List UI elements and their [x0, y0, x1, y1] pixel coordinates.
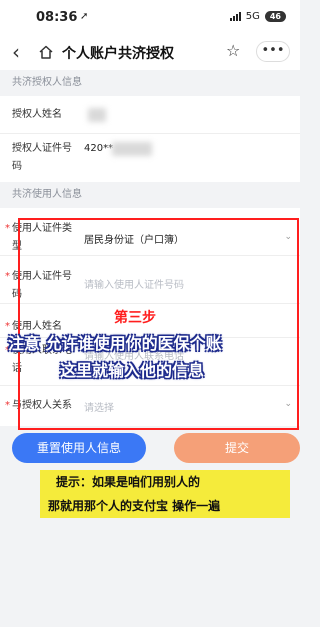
- highlight-frame: [18, 218, 299, 430]
- grantor-card: 授权人姓名 授权人证件号码 420**: [0, 96, 300, 182]
- location-icon: ➚: [80, 11, 89, 22]
- tip-line1: 提示：如果是咱们用别人的: [56, 475, 201, 489]
- reset-user-button[interactable]: 重置使用人信息: [12, 433, 146, 463]
- overlay-caption-line1: 注意 允许谁使用你的医保个账: [8, 334, 222, 353]
- status-time: 08:36: [36, 10, 78, 25]
- tip-line2: 那就用那个人的支付宝 操作一遍: [48, 499, 221, 513]
- network-label: 5G: [245, 11, 260, 22]
- nav-bar: ‹ 个人账户共济授权 ☆ •••: [0, 34, 300, 70]
- back-icon[interactable]: ‹: [12, 40, 20, 64]
- submit-button[interactable]: 提交: [174, 433, 300, 463]
- more-menu-button[interactable]: •••: [256, 41, 290, 62]
- grantor-id-redacted: [112, 142, 152, 156]
- grantor-id-value: 420**: [84, 143, 114, 154]
- status-indicators: 5G 46: [229, 11, 286, 22]
- battery-icon: 46: [264, 11, 286, 22]
- grantor-section-header: 共济授权人信息: [0, 70, 300, 96]
- step-caption: 第三步: [114, 310, 156, 326]
- grantor-name-redacted: [88, 108, 106, 122]
- overlay-caption-line2: 这里就输入他的信息: [60, 361, 205, 380]
- page-title: 个人账户共济授权: [62, 46, 174, 62]
- grantor-id-row: 授权人证件号码 420**: [0, 134, 300, 182]
- star-icon[interactable]: ☆: [226, 41, 240, 60]
- grantor-id-label: 授权人证件号码: [12, 143, 72, 172]
- user-section-header: 共济使用人信息: [0, 182, 300, 208]
- grantor-name-row: 授权人姓名: [0, 96, 300, 134]
- signal-icon: [229, 12, 241, 21]
- home-icon[interactable]: [38, 44, 54, 60]
- status-bar: 08:36 ➚ 5G 46: [0, 0, 300, 34]
- grantor-name-label: 授权人姓名: [12, 109, 62, 120]
